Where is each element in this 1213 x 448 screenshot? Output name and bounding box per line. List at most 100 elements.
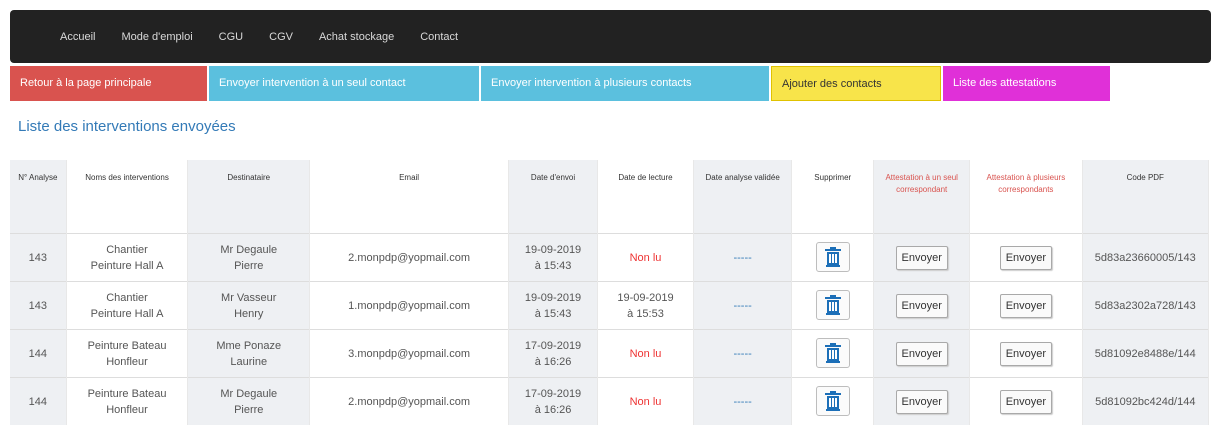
header-date-lecture: Date de lecture	[597, 160, 694, 234]
delete-button[interactable]	[815, 386, 850, 416]
attestations-list-button[interactable]: Liste des attestations	[943, 66, 1110, 101]
cell-nom-line1: Peinture Bateau	[87, 387, 167, 400]
cell-nom-line1: Peinture Bateau	[87, 339, 167, 352]
cell-attestation-seul: Envoyer	[873, 377, 971, 425]
add-contacts-button[interactable]: Ajouter des contacts	[771, 66, 941, 101]
cell-supprimer	[791, 377, 875, 425]
cell-nom: Chantier Peinture Hall A	[66, 281, 189, 330]
nav-item-accueil[interactable]: Accueil	[60, 31, 95, 43]
cell-nom-line1: Chantier	[106, 243, 148, 256]
cell-destinataire: Mr Degaule Pierre	[187, 377, 311, 425]
send-attestation-one-button[interactable]: Envoyer	[895, 293, 948, 318]
cell-nom: Chantier Peinture Hall A	[66, 233, 189, 282]
cell-date-analyse: -----	[693, 233, 793, 282]
cell-lecture-line1: Non lu	[629, 347, 662, 360]
cell-date-lecture: Non lu	[597, 329, 694, 378]
cell-envoi-date: 17-09-2019	[524, 387, 582, 400]
table-row: 144 Peinture Bateau Honfleur Mme Ponaze La…	[10, 329, 1210, 378]
table-row: 143 Chantier Peinture Hall A Mr Degaule Pi…	[10, 233, 1210, 282]
send-many-contacts-button[interactable]: Envoyer intervention à plusieurs contact…	[481, 66, 769, 101]
cell-lecture-line1: Non lu	[629, 251, 662, 264]
cell-attestation-seul: Envoyer	[873, 233, 971, 282]
header-noms: Noms des interventions	[66, 160, 189, 234]
cell-envoi-date: 17-09-2019	[524, 339, 582, 352]
send-attestation-one-button[interactable]: Envoyer	[895, 341, 948, 366]
cell-envoi-time: à 16:26	[534, 403, 572, 416]
cell-dest-line1: Mr Vasseur	[221, 291, 277, 304]
send-attestation-many-button[interactable]: Envoyer	[999, 245, 1053, 270]
send-attestation-many-button[interactable]: Envoyer	[999, 293, 1053, 318]
action-bar: Retour à la page principale Envoyer inte…	[10, 66, 1112, 101]
cell-attestation-plusieurs: Envoyer	[969, 233, 1083, 282]
cell-attestation-seul: Envoyer	[873, 329, 971, 378]
cell-destinataire: Mr Degaule Pierre	[187, 233, 311, 282]
cell-date-analyse: -----	[693, 377, 793, 425]
nav-item-mode-emploi[interactable]: Mode d'emploi	[121, 31, 192, 43]
cell-attestation-plusieurs: Envoyer	[969, 281, 1083, 330]
cell-date-analyse: -----	[693, 281, 793, 330]
cell-dest-line2: Henry	[234, 307, 264, 320]
header-supprimer: Supprimer	[791, 160, 875, 234]
cell-email: 3.monpdp@yopmail.com	[309, 329, 510, 378]
header-destinataire: Destinataire	[187, 160, 311, 234]
send-attestation-one-button[interactable]: Envoyer	[895, 389, 948, 414]
cell-nom-line2: Peinture Hall A	[90, 259, 164, 272]
cell-supprimer	[791, 233, 875, 282]
cell-nom-line2: Honfleur	[106, 355, 148, 368]
table-row: 143 Chantier Peinture Hall A Mr Vasseur He…	[10, 281, 1210, 330]
cell-date-lecture: 19-09-2019 à 15:53	[597, 281, 694, 330]
send-one-contact-button[interactable]: Envoyer intervention à un seul contact	[209, 66, 479, 101]
cell-dest-line2: Laurine	[230, 355, 268, 368]
cell-date-analyse: -----	[693, 329, 793, 378]
cell-destinataire: Mme Ponaze Laurine	[187, 329, 311, 378]
cell-date-lecture: Non lu	[597, 377, 694, 425]
cell-code-pdf: 5d83a23660005/143	[1082, 233, 1210, 282]
interventions-table: N° Analyse Noms des interventions Destin…	[10, 160, 1210, 425]
cell-dest-line1: Mr Degaule	[220, 243, 278, 256]
page-title: Liste des interventions envoyées	[18, 118, 236, 135]
back-button[interactable]: Retour à la page principale	[10, 66, 207, 101]
cell-supprimer	[791, 281, 875, 330]
cell-analyse: 143	[10, 281, 67, 330]
delete-button[interactable]	[815, 338, 850, 368]
nav-item-cgu[interactable]: CGU	[219, 31, 243, 43]
cell-dest-line2: Pierre	[234, 403, 264, 416]
cell-date-envoi: 19-09-2019 à 15:43	[508, 233, 599, 282]
cell-date-envoi: 17-09-2019 à 16:26	[508, 377, 599, 425]
cell-attestation-plusieurs: Envoyer	[969, 377, 1083, 425]
cell-supprimer	[791, 329, 875, 378]
header-date-envoi: Date d'envoi	[508, 160, 599, 234]
nav-item-contact[interactable]: Contact	[420, 31, 458, 43]
cell-code-pdf: 5d81092e8488e/144	[1082, 329, 1210, 378]
table-row: 144 Peinture Bateau Honfleur Mr Degaule Pi…	[10, 377, 1210, 425]
cell-nom: Peinture Bateau Honfleur	[66, 329, 189, 378]
cell-dest-line1: Mr Degaule	[220, 387, 278, 400]
delete-button[interactable]	[815, 290, 850, 320]
cell-lecture-line1: Non lu	[629, 395, 662, 408]
cell-envoi-time: à 16:26	[534, 355, 572, 368]
send-attestation-one-button[interactable]: Envoyer	[895, 245, 948, 270]
delete-button[interactable]	[815, 242, 850, 272]
cell-analyse: 144	[10, 329, 67, 378]
cell-envoi-date: 19-09-2019	[524, 291, 582, 304]
cell-code-pdf: 5d83a2302a728/143	[1082, 281, 1210, 330]
cell-date-envoi: 19-09-2019 à 15:43	[508, 281, 599, 330]
cell-nom-line2: Peinture Hall A	[90, 307, 164, 320]
top-navbar: Accueil Mode d'emploi CGU CGV Achat stoc…	[10, 10, 1211, 63]
cell-lecture-line2: à 15:53	[627, 307, 664, 320]
nav-item-achat-stockage[interactable]: Achat stockage	[319, 31, 394, 43]
cell-nom: Peinture Bateau Honfleur	[66, 377, 189, 425]
cell-email: 2.monpdp@yopmail.com	[309, 233, 510, 282]
header-attestation-seul: Attestation à un seul correspondant	[873, 160, 971, 234]
header-attestation-plusieurs: Attestation à plusieurs correspondants	[969, 160, 1083, 234]
send-attestation-many-button[interactable]: Envoyer	[999, 389, 1053, 414]
cell-date-envoi: 17-09-2019 à 16:26	[508, 329, 599, 378]
table-header-row: N° Analyse Noms des interventions Destin…	[10, 160, 1210, 234]
cell-envoi-time: à 15:43	[534, 307, 572, 320]
trash-icon	[824, 343, 841, 363]
cell-analyse: 143	[10, 233, 67, 282]
cell-dest-line1: Mme Ponaze	[216, 339, 282, 352]
nav-item-cgv[interactable]: CGV	[269, 31, 293, 43]
nav-menu: Accueil Mode d'emploi CGU CGV Achat stoc…	[60, 10, 484, 63]
send-attestation-many-button[interactable]: Envoyer	[999, 341, 1053, 366]
